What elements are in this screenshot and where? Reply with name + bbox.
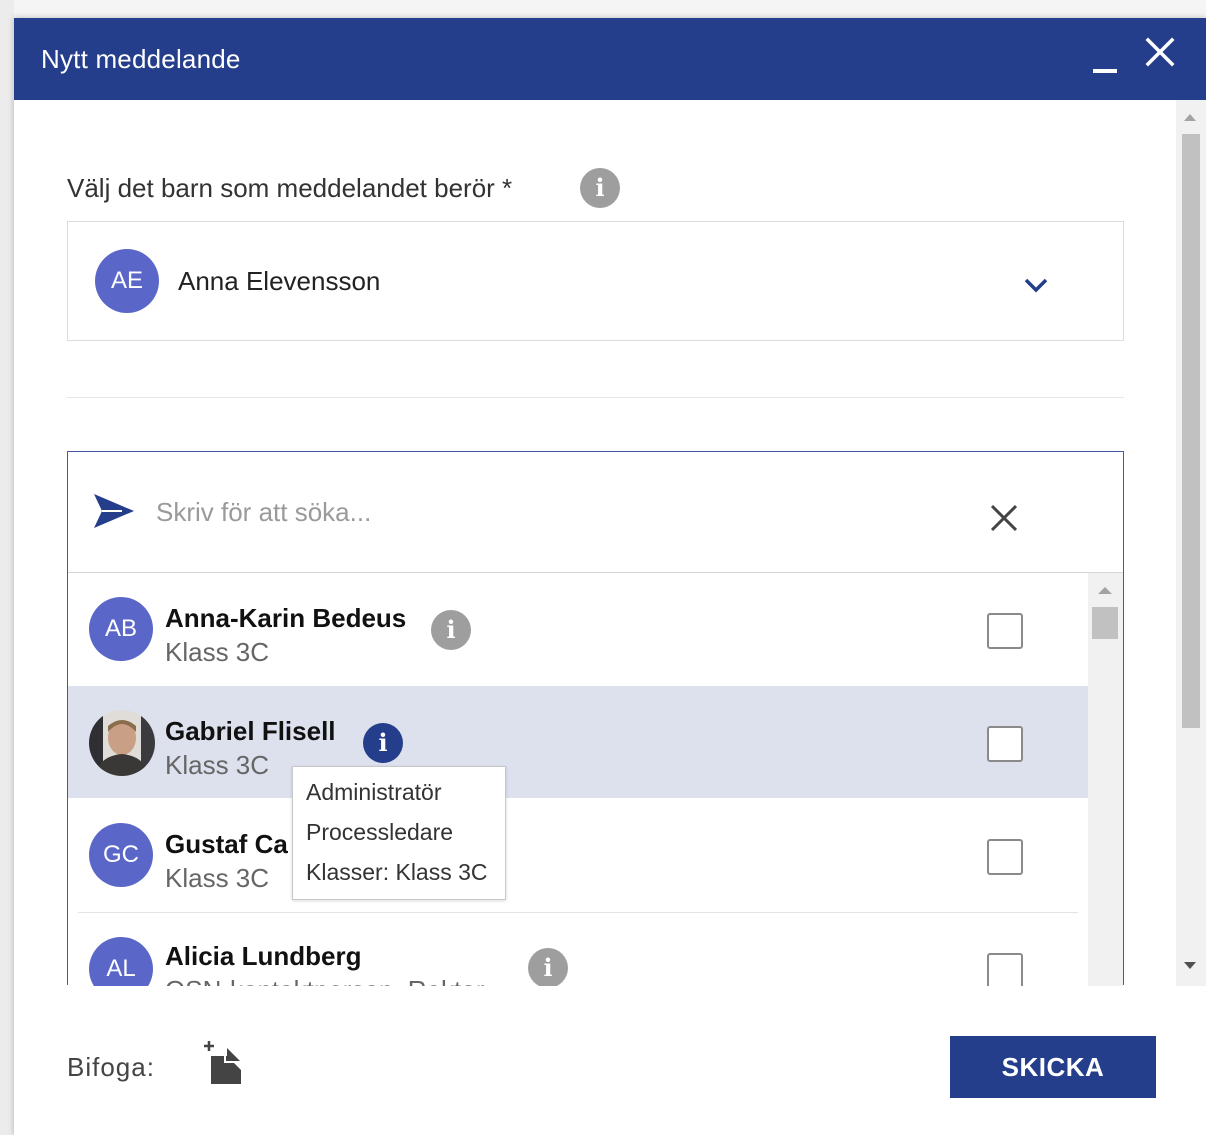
- attach-file-icon[interactable]: [201, 1038, 245, 1086]
- avatar: [89, 710, 155, 776]
- recipient-subtitle: Klass 3C: [165, 637, 270, 667]
- scroll-thumb[interactable]: [1092, 607, 1118, 639]
- child-select-label: Välj det barn som meddelandet berör *: [67, 173, 513, 203]
- recipient-subtitle: Klass 3C: [165, 863, 270, 893]
- list-item[interactable]: Gabriel Flisell Klass 3C i: [68, 686, 1088, 798]
- list-item[interactable]: GC Gustaf Ca Klass 3C: [68, 799, 1088, 911]
- scroll-up-arrow-icon[interactable]: [1098, 587, 1112, 594]
- avatar: AL: [89, 937, 153, 986]
- close-button[interactable]: [1144, 36, 1176, 68]
- avatar: AE: [95, 249, 159, 313]
- new-message-dialog: Nytt meddelande Välj det barn som meddel…: [14, 18, 1206, 1135]
- list-item[interactable]: AL Alicia Lundberg OSN-kontaktperson, Re…: [68, 913, 1088, 986]
- minimize-icon: [1093, 69, 1117, 73]
- tooltip-line: Klasser: Klass 3C: [306, 859, 488, 885]
- recipient-search-input[interactable]: [154, 488, 934, 536]
- dialog-header: Nytt meddelande: [14, 18, 1206, 100]
- recipient-name: Anna-Karin Bedeus: [165, 603, 407, 633]
- role-tooltip: Administratör Processledare Klasser: Kla…: [292, 766, 506, 900]
- send-button[interactable]: SKICKA: [950, 1036, 1156, 1098]
- scroll-up-arrow-icon[interactable]: [1184, 114, 1196, 121]
- child-select-dropdown[interactable]: AE Anna Elevensson: [67, 221, 1124, 341]
- avatar: AB: [89, 597, 153, 661]
- scroll-thumb[interactable]: [1182, 134, 1200, 728]
- close-icon: [1145, 37, 1175, 67]
- recipient-subtitle: Klass 3C: [165, 750, 270, 780]
- background-page-edge: [0, 0, 14, 1135]
- recipient-checkbox[interactable]: [987, 726, 1023, 762]
- attach-label: Bifoga:: [67, 1052, 155, 1082]
- recipient-name: Gustaf Ca: [165, 829, 288, 859]
- recipient-checkbox[interactable]: [987, 953, 1023, 986]
- recipient-name: Alicia Lundberg: [165, 941, 362, 971]
- send-icon: [94, 494, 134, 528]
- list-item[interactable]: AB Anna-Karin Bedeus Klass 3C i: [68, 573, 1088, 685]
- clear-search-icon[interactable]: [988, 502, 1020, 534]
- recipient-name: Gabriel Flisell: [165, 716, 336, 746]
- dialog-title: Nytt meddelande: [41, 44, 241, 74]
- scroll-down-arrow-icon[interactable]: [1184, 962, 1196, 969]
- info-icon[interactable]: i: [431, 610, 471, 650]
- info-icon[interactable]: i: [580, 168, 620, 208]
- recipient-picker: AB Anna-Karin Bedeus Klass 3C i: [67, 451, 1124, 986]
- dialog-scrollbar[interactable]: [1176, 100, 1206, 986]
- selected-child-name: Anna Elevensson: [178, 266, 381, 296]
- tooltip-line: Administratör: [306, 779, 442, 805]
- recipient-checkbox[interactable]: [987, 613, 1023, 649]
- minimize-button[interactable]: [1090, 50, 1122, 82]
- avatar: GC: [89, 823, 153, 887]
- section-divider: [67, 397, 1124, 398]
- profile-photo: [89, 710, 155, 776]
- recipient-results-list: AB Anna-Karin Bedeus Klass 3C i Gabriel …: [68, 572, 1123, 986]
- chevron-down-icon[interactable]: [1023, 276, 1049, 294]
- info-icon[interactable]: i: [528, 948, 568, 986]
- info-icon[interactable]: i: [363, 723, 403, 763]
- results-scrollbar[interactable]: [1088, 573, 1123, 986]
- tooltip-line: Processledare: [306, 819, 454, 845]
- recipient-subtitle: OSN-kontaktperson, Rektor: [165, 975, 484, 986]
- recipient-checkbox[interactable]: [987, 839, 1023, 875]
